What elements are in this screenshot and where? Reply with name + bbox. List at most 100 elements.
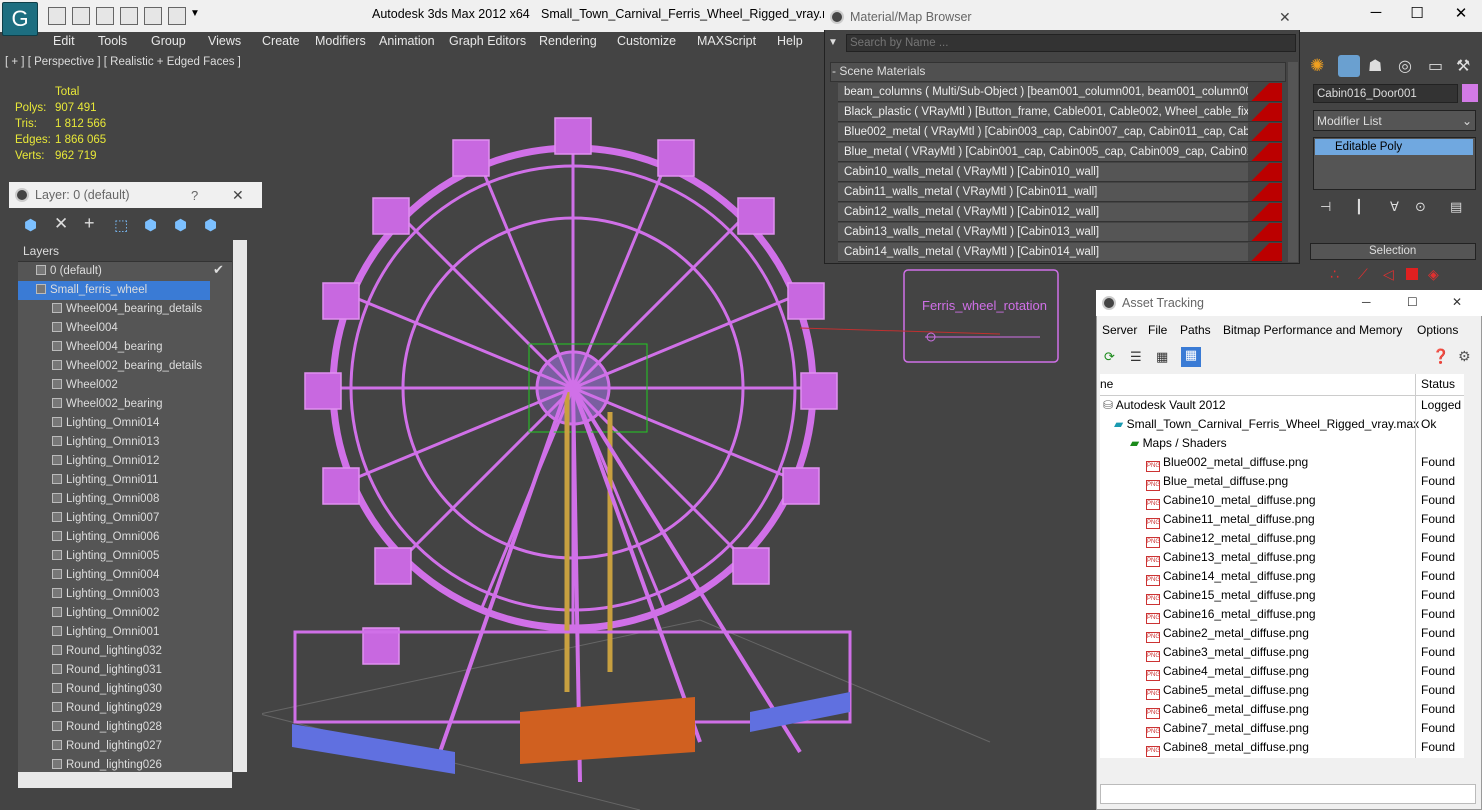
asset-row[interactable]: PNG Cabine6_metal_diffuse.png Found	[1100, 700, 1464, 719]
material-row[interactable]: Cabin11_walls_metal ( VRayMtl ) [Cabin01…	[838, 183, 1282, 202]
status-column-header[interactable]: Status	[1421, 377, 1455, 391]
menu-edit[interactable]: Edit	[53, 34, 75, 48]
layer-row[interactable]: Lighting_Omni014	[18, 414, 232, 433]
material-search-input[interactable]	[846, 34, 1296, 52]
material-row[interactable]: Blue002_metal ( VRayMtl ) [Cabin003_cap,…	[838, 123, 1282, 142]
menu-customize[interactable]: Customize	[617, 34, 676, 48]
scene-materials-group[interactable]: - Scene Materials	[832, 64, 925, 78]
material-row[interactable]: Cabin14_walls_metal ( VRayMtl ) [Cabin01…	[838, 243, 1282, 262]
menu-animation[interactable]: Animation	[379, 34, 435, 48]
material-row[interactable]: Black_plastic ( VRayMtl ) [Button_frame,…	[838, 103, 1282, 122]
polygon-subobject-icon[interactable]	[1406, 268, 1418, 280]
utilities-tab-icon[interactable]: ⚒	[1456, 56, 1470, 76]
redo-icon[interactable]	[120, 7, 138, 25]
maximize-icon[interactable]: ☐	[1402, 4, 1432, 22]
layer-row-selected[interactable]: Small_ferris_wheel	[18, 281, 210, 300]
name-column-header[interactable]: ne	[1100, 377, 1113, 391]
modify-tab-icon[interactable]	[1338, 55, 1360, 77]
layer-row[interactable]: Lighting_Omni007	[18, 509, 232, 528]
layer-row[interactable]: Lighting_Omni006	[18, 528, 232, 547]
asset-row[interactable]: PNG Cabine8_metal_diffuse.png Found	[1100, 738, 1464, 757]
asset-row[interactable]: PNG Cabine16_metal_diffuse.png Found	[1100, 605, 1464, 624]
layer-row[interactable]: Wheel004	[18, 319, 232, 338]
pin-stack-icon[interactable]: ⊣	[1320, 199, 1331, 215]
menu-maxscript[interactable]: MAXScript	[697, 34, 756, 48]
object-color-swatch[interactable]	[1462, 84, 1478, 102]
asset-row[interactable]: PNG Cabine11_metal_diffuse.png Found	[1100, 510, 1464, 529]
create-tab-icon[interactable]: ✺	[1310, 56, 1324, 76]
minimize-icon[interactable]: ─	[1362, 295, 1371, 309]
layer-row[interactable]: Lighting_Omni004	[18, 566, 232, 585]
material-row[interactable]: Blue_metal ( VRayMtl ) [Cabin001_cap, Ca…	[838, 143, 1282, 162]
asset-hscrollbar[interactable]	[1100, 760, 1464, 776]
menu-tools[interactable]: Tools	[98, 34, 127, 48]
save-icon[interactable]	[72, 7, 90, 25]
layers-column-header[interactable]: Layers	[23, 244, 59, 258]
layer-hscrollbar[interactable]	[18, 772, 232, 788]
project-folder-icon[interactable]	[144, 7, 162, 25]
quick-access-dropdown-icon[interactable]: ▼	[190, 8, 200, 19]
layer-row[interactable]: Wheel004_bearing	[18, 338, 232, 357]
material-row[interactable]: beam_columns ( Multi/Sub-Object ) [beam0…	[838, 83, 1282, 102]
asset-row[interactable]: PNG Cabine7_metal_diffuse.png Found	[1100, 719, 1464, 738]
layer-row[interactable]: Lighting_Omni005	[18, 547, 232, 566]
configure-sets-icon[interactable]: ▤	[1450, 199, 1462, 215]
table-view-icon[interactable]: ▦	[1181, 347, 1201, 367]
asset-path-field[interactable]	[1100, 784, 1476, 804]
stack-item-editable-poly[interactable]: Editable Poly	[1315, 139, 1473, 155]
motion-tab-icon[interactable]: ◎	[1398, 56, 1412, 76]
delete-layer-icon[interactable]: ✕	[54, 214, 68, 234]
layer-row[interactable]: Lighting_Omni002	[18, 604, 232, 623]
hierarchy-tab-icon[interactable]: ☗	[1368, 56, 1382, 76]
layer-row[interactable]: Round_lighting028	[18, 718, 232, 737]
asset-row[interactable]: PNG Cabine15_metal_diffuse.png Found	[1100, 586, 1464, 605]
freeze-all-layers-icon[interactable]: ⬢	[204, 216, 217, 234]
layer-row[interactable]: Wheel004_bearing_details	[18, 300, 232, 319]
layer-row[interactable]: 0 (default)	[18, 262, 232, 281]
material-scrollbar[interactable]	[1288, 62, 1298, 262]
asset-row[interactable]: PNG Cabine13_metal_diffuse.png Found	[1100, 548, 1464, 567]
close-layer-panel-button[interactable]: ✕	[232, 187, 244, 204]
border-subobject-icon[interactable]: ◁	[1383, 266, 1394, 283]
layer-row[interactable]: Wheel002_bearing_details	[18, 357, 232, 376]
asset-row[interactable]: PNG Blue_metal_diffuse.png Found	[1100, 472, 1464, 491]
select-objects-icon[interactable]: ⬚	[114, 216, 128, 234]
thumbnail-view-icon[interactable]: ▦	[1156, 349, 1168, 365]
asset-menu-server[interactable]: Server	[1102, 323, 1137, 337]
add-to-layer-icon[interactable]: +	[84, 213, 95, 234]
helper-label[interactable]: Ferris_wheel_rotation	[922, 298, 1047, 313]
menu-group[interactable]: Group	[151, 34, 186, 48]
menu-views[interactable]: Views	[208, 34, 241, 48]
menu-create[interactable]: Create	[262, 34, 300, 48]
layer-row[interactable]: Lighting_Omni011	[18, 471, 232, 490]
remove-modifier-icon[interactable]: ⊙	[1415, 199, 1426, 215]
asset-row[interactable]: PNG Cabine3_metal_diffuse.png Found	[1100, 643, 1464, 662]
menu-rendering[interactable]: Rendering	[539, 34, 597, 48]
vault-help-icon[interactable]: ❓	[1432, 348, 1449, 365]
asset-menu-paths[interactable]: Paths	[1180, 323, 1211, 337]
layer-row[interactable]: Round_lighting032	[18, 642, 232, 661]
make-unique-icon[interactable]: ∀	[1390, 199, 1399, 215]
asset-row[interactable]: PNG Blue002_metal_diffuse.png Found	[1100, 453, 1464, 472]
asset-row[interactable]: PNG Cabine10_metal_diffuse.png Found	[1100, 491, 1464, 510]
list-view-icon[interactable]: ☰	[1130, 349, 1142, 365]
asset-row[interactable]: PNG Cabine4_metal_diffuse.png Found	[1100, 662, 1464, 681]
layer-row[interactable]: Lighting_Omni008	[18, 490, 232, 509]
layer-panel-title-bar[interactable]: Layer: 0 (default)	[9, 182, 262, 208]
layer-row[interactable]: Round_lighting031	[18, 661, 232, 680]
asset-row[interactable]: PNG Cabine12_metal_diffuse.png Found	[1100, 529, 1464, 548]
close-icon[interactable]: ✕	[1452, 295, 1462, 309]
vertex-subobject-icon[interactable]: ∴	[1330, 266, 1339, 283]
layer-scrollbar[interactable]	[233, 240, 247, 772]
asset-menu-file[interactable]: File	[1148, 323, 1167, 337]
menu-graph-editors[interactable]: Graph Editors	[449, 34, 526, 48]
undo-icon[interactable]	[96, 7, 114, 25]
layer-row[interactable]: Round_lighting030	[18, 680, 232, 699]
asset-row[interactable]: PNG Cabine2_metal_diffuse.png Found	[1100, 624, 1464, 643]
refresh-icon[interactable]: ⟳	[1104, 349, 1115, 365]
object-name-field[interactable]	[1313, 84, 1458, 103]
vault-settings-icon[interactable]: ⚙	[1458, 348, 1471, 365]
asset-row[interactable]: ⛁ Autodesk Vault 2012 Logged	[1100, 396, 1464, 415]
options-dropdown-icon[interactable]: ▼	[828, 37, 838, 48]
highlight-layer-icon[interactable]: ⬢	[144, 216, 157, 234]
